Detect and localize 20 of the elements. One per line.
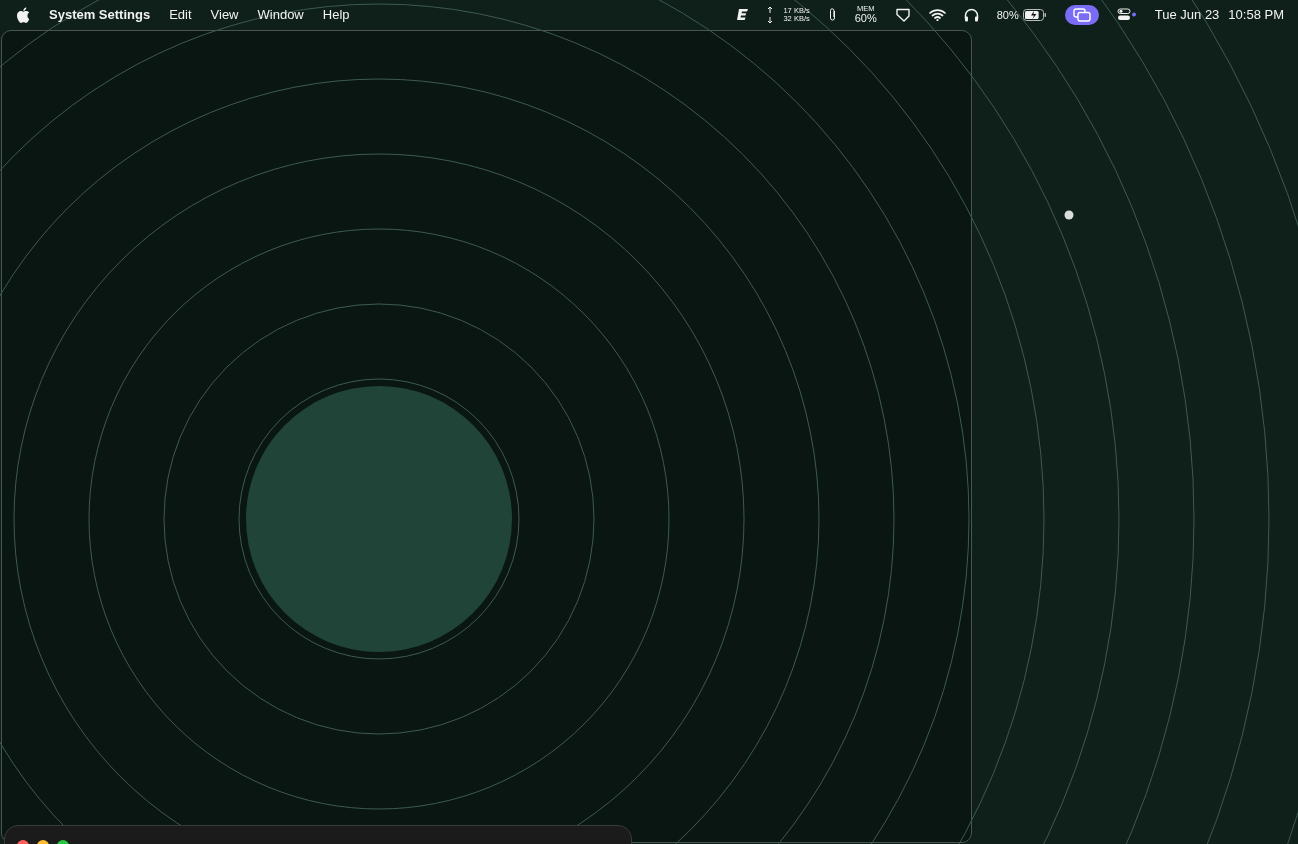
- control-center-icon[interactable]: [1116, 8, 1137, 21]
- screen-mirroring-button[interactable]: [1064, 4, 1099, 25]
- paperclip-icon[interactable]: [827, 7, 837, 22]
- up-down-arrows-icon: [767, 5, 774, 24]
- app-menu[interactable]: System Settings: [49, 7, 151, 22]
- headphones-icon[interactable]: [963, 7, 979, 22]
- apple-icon[interactable]: [16, 6, 30, 23]
- battery-icon[interactable]: [1022, 8, 1047, 21]
- menu-bar-clock[interactable]: 10:58 PM: [1228, 7, 1284, 22]
- memory-value: 60%: [854, 13, 877, 24]
- menu-bar-date[interactable]: Tue Jun 23: [1154, 7, 1220, 22]
- tag-icon[interactable]: [894, 7, 911, 22]
- bold-e-icon[interactable]: [736, 8, 750, 21]
- wifi-icon[interactable]: [928, 8, 946, 21]
- battery-percent: 80%: [996, 8, 1019, 21]
- menu-item[interactable]: View: [210, 7, 239, 22]
- menu-item[interactable]: Help: [322, 7, 350, 22]
- menu-item[interactable]: Edit: [169, 7, 192, 22]
- menu-item[interactable]: Window: [257, 7, 304, 22]
- two-windows-icon: [1072, 7, 1091, 22]
